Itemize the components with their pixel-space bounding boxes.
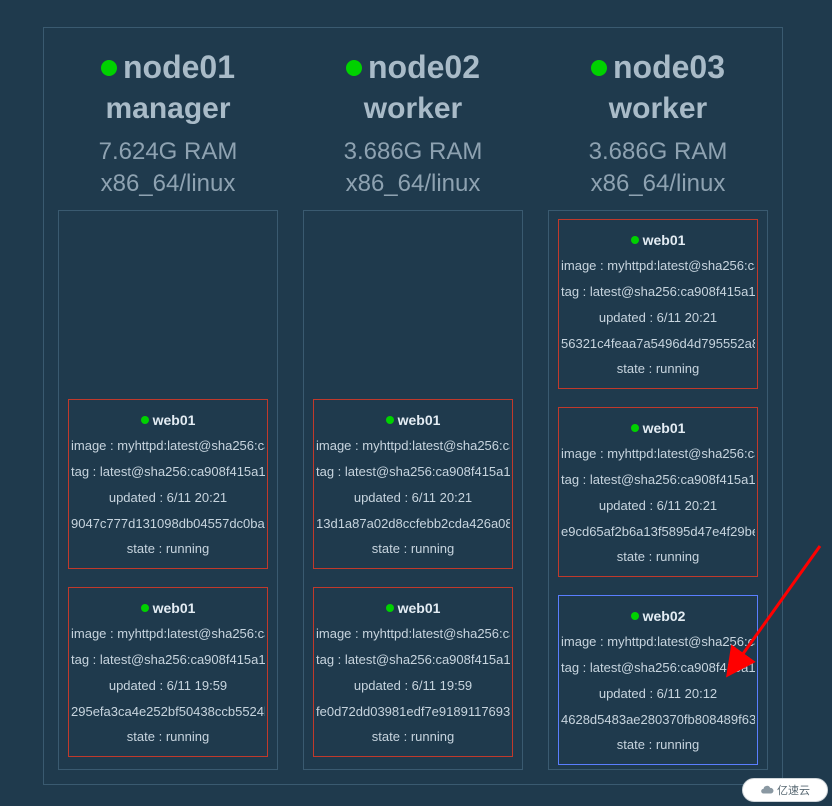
node-ram: 3.686G RAM — [344, 136, 483, 168]
status-dot-icon — [631, 236, 639, 244]
service-title: web01 — [398, 600, 441, 616]
service-card[interactable]: web01 image : myhttpd:latest@sha256:ca tag… — [68, 587, 268, 757]
service-list: web01 image : myhttpd:latest@sha256:ca tag… — [548, 210, 768, 770]
status-dot-icon — [386, 604, 394, 612]
node-role: worker — [589, 89, 728, 130]
node-ram: 3.686G RAM — [589, 136, 728, 168]
service-updated: updated : 6/11 19:59 — [71, 678, 265, 695]
service-image: image : myhttpd:latest@sha256:ca — [316, 626, 510, 643]
service-image: image : myhttpd:latest@sha256:ca — [561, 634, 755, 651]
cluster-panel: node01manager7.624G RAMx86_64/linuxweb01… — [43, 27, 783, 785]
status-dot-icon — [631, 424, 639, 432]
service-state: state : running — [316, 541, 510, 558]
service-updated: updated : 6/11 20:21 — [71, 490, 265, 507]
node-name: node01 — [123, 49, 235, 85]
service-hash: 4628d5483ae280370fb808489f63 — [561, 712, 755, 729]
service-image: image : myhttpd:latest@sha256:ca — [561, 446, 755, 463]
service-image: image : myhttpd:latest@sha256:ca — [316, 438, 510, 455]
node-name: node03 — [613, 49, 725, 85]
service-tag: tag : latest@sha256:ca908f415a15 — [316, 464, 510, 481]
service-title: web01 — [153, 600, 196, 616]
status-dot-icon — [141, 416, 149, 424]
node-name: node02 — [368, 49, 480, 85]
service-hash: e9cd65af2b6a13f5895d47e4f29be — [561, 524, 755, 541]
status-dot-icon — [591, 60, 607, 76]
service-image: image : myhttpd:latest@sha256:ca — [71, 626, 265, 643]
status-dot-icon — [346, 60, 362, 76]
service-title: web02 — [643, 608, 686, 624]
service-updated: updated : 6/11 20:21 — [561, 498, 755, 515]
service-updated: updated : 6/11 20:21 — [316, 490, 510, 507]
service-card[interactable]: web02 image : myhttpd:latest@sha256:ca tag… — [558, 595, 758, 765]
service-tag: tag : latest@sha256:ca908f415a15 — [71, 464, 265, 481]
service-hash: 9047c777d131098db04557dc0bac — [71, 516, 265, 533]
service-updated: updated : 6/11 20:12 — [561, 686, 755, 703]
service-hash: 13d1a87a02d8ccfebb2cda426a087 — [316, 516, 510, 533]
watermark-badge: 亿速云 — [742, 778, 828, 802]
service-image: image : myhttpd:latest@sha256:ca — [561, 258, 755, 275]
service-state: state : running — [561, 737, 755, 754]
service-title: web01 — [153, 412, 196, 428]
service-updated: updated : 6/11 19:59 — [316, 678, 510, 695]
service-state: state : running — [316, 729, 510, 746]
service-hash: 56321c4feaa7a5496d4d795552a8a — [561, 336, 755, 353]
service-tag: tag : latest@sha256:ca908f415a15 — [561, 660, 755, 677]
service-title: web01 — [398, 412, 441, 428]
service-state: state : running — [561, 361, 755, 378]
node-header: node01 manager 7.624G RAMx86_64/linux — [99, 46, 238, 200]
service-state: state : running — [71, 729, 265, 746]
node-arch: x86_64/linux — [99, 168, 238, 200]
service-title: web01 — [643, 232, 686, 248]
service-title: web01 — [643, 420, 686, 436]
node-ram: 7.624G RAM — [99, 136, 238, 168]
node-column: node01 manager 7.624G RAMx86_64/linux web01… — [50, 46, 286, 784]
service-state: state : running — [561, 549, 755, 566]
service-list: web01 image : myhttpd:latest@sha256:ca tag… — [303, 210, 523, 770]
service-card[interactable]: web01 image : myhttpd:latest@sha256:ca tag… — [313, 399, 513, 569]
service-tag: tag : latest@sha256:ca908f415a15 — [561, 472, 755, 489]
service-tag: tag : latest@sha256:ca908f415a15 — [561, 284, 755, 301]
service-updated: updated : 6/11 20:21 — [561, 310, 755, 327]
node-arch: x86_64/linux — [344, 168, 483, 200]
service-card[interactable]: web01 image : myhttpd:latest@sha256:ca tag… — [313, 587, 513, 757]
status-dot-icon — [101, 60, 117, 76]
node-role: worker — [344, 89, 483, 130]
status-dot-icon — [386, 416, 394, 424]
cloud-icon — [760, 783, 774, 797]
node-arch: x86_64/linux — [589, 168, 728, 200]
node-column: node03 worker 3.686G RAMx86_64/linux web01 i… — [540, 46, 776, 784]
service-card[interactable]: web01 image : myhttpd:latest@sha256:ca tag… — [558, 219, 758, 389]
status-dot-icon — [141, 604, 149, 612]
node-header: node03 worker 3.686G RAMx86_64/linux — [589, 46, 728, 200]
status-dot-icon — [631, 612, 639, 620]
service-tag: tag : latest@sha256:ca908f415a15 — [71, 652, 265, 669]
service-card[interactable]: web01 image : myhttpd:latest@sha256:ca tag… — [558, 407, 758, 577]
service-hash: 295efa3ca4e252bf50438ccb5524b — [71, 704, 265, 721]
service-card[interactable]: web01 image : myhttpd:latest@sha256:ca tag… — [68, 399, 268, 569]
service-hash: fe0d72dd03981edf7e9189117693 — [316, 704, 510, 721]
service-list: web01 image : myhttpd:latest@sha256:ca tag… — [58, 210, 278, 770]
service-image: image : myhttpd:latest@sha256:ca — [71, 438, 265, 455]
watermark-text: 亿速云 — [777, 782, 810, 798]
node-header: node02 worker 3.686G RAMx86_64/linux — [344, 46, 483, 200]
service-tag: tag : latest@sha256:ca908f415a15 — [316, 652, 510, 669]
service-state: state : running — [71, 541, 265, 558]
node-role: manager — [99, 89, 238, 130]
node-column: node02 worker 3.686G RAMx86_64/linux web01 i… — [295, 46, 531, 784]
